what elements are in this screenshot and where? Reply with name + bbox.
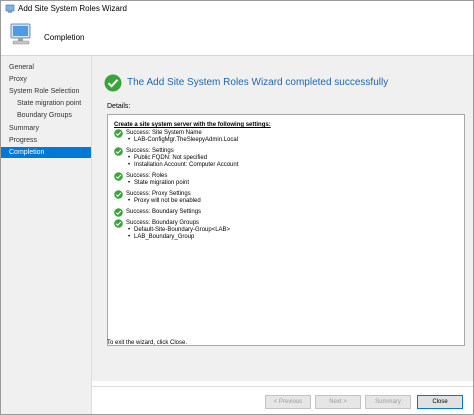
main-content: The Add Site System Roles Wizard complet… <box>92 56 473 381</box>
computer-icon <box>10 23 31 45</box>
check-icon <box>114 129 123 138</box>
page-heading: Completion <box>44 33 85 42</box>
entry-title: Success: Settings <box>126 148 174 154</box>
entry-title: Success: Proxy Settings <box>126 191 191 197</box>
summary-button[interactable]: Summary <box>365 395 411 409</box>
success-title: The Add Site System Roles Wizard complet… <box>127 77 389 88</box>
computer-icon <box>5 4 15 13</box>
title-bar: Add Site System Roles Wizard <box>1 1 473 17</box>
entry-title: Success: Boundary Groups <box>126 220 200 226</box>
next-button[interactable]: Next > <box>315 395 361 409</box>
wizard-window: Add Site System Roles Wizard Completion … <box>0 0 474 415</box>
window-title: Add Site System Roles Wizard <box>18 4 127 13</box>
wizard-sidebar: General Proxy System Role Selection Stat… <box>1 56 92 414</box>
check-icon <box>114 208 123 217</box>
check-icon <box>114 147 123 156</box>
close-button[interactable]: Close <box>417 395 463 409</box>
sidebar-item-proxy[interactable]: Proxy <box>1 74 91 85</box>
exit-instructions: To exit the wizard, click Close. <box>107 340 188 346</box>
sidebar-item-general[interactable]: General <box>1 62 91 73</box>
details-label: Details: <box>107 103 131 110</box>
entry-item: • Public FQDN: Not specified <box>128 155 208 161</box>
entry-title: Success: Boundary Settings <box>126 209 202 215</box>
sidebar-item-boundary-groups[interactable]: Boundary Groups <box>1 110 91 121</box>
details-box[interactable]: Create a site system server with the fol… <box>107 114 465 346</box>
footer-divider <box>92 386 473 387</box>
sidebar-item-system-role-selection[interactable]: System Role Selection <box>1 86 91 97</box>
check-icon <box>114 190 123 199</box>
entry-item: • Default-Site-Boundary-Group<LAB> <box>128 227 231 233</box>
check-icon <box>114 172 123 181</box>
entry-item: • LAB_Boundary_Group <box>128 234 195 240</box>
sidebar-item-summary[interactable]: Summary <box>1 123 91 134</box>
previous-button[interactable]: < Previous <box>265 395 311 409</box>
details-heading: Create a site system server with the fol… <box>114 122 271 128</box>
sidebar-item-progress[interactable]: Progress <box>1 135 91 146</box>
sidebar-item-state-migration-point[interactable]: State migration point <box>1 98 91 109</box>
entry-item: • Installation Account: Computer Account <box>128 162 239 168</box>
sidebar-item-completion[interactable]: Completion <box>1 147 91 158</box>
entry-title: Success: Roles <box>126 173 168 179</box>
entry-item: • Proxy will not be enabled <box>128 198 201 204</box>
wizard-header: Completion <box>1 17 473 57</box>
entry-item: • State migration point <box>128 180 190 186</box>
success-check-icon <box>104 74 122 92</box>
entry-title: Success: Site System Name <box>126 130 202 136</box>
check-icon <box>114 219 123 228</box>
entry-item: • LAB-ConfigMgr.TheSleepyAdmin.Local <box>128 137 239 143</box>
